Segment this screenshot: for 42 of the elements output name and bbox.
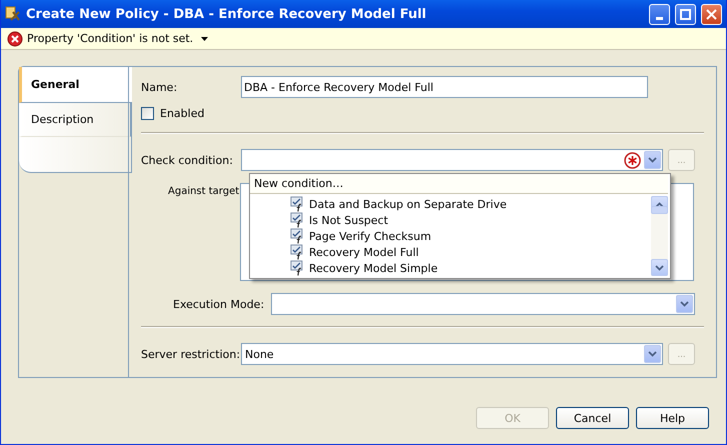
dialog-button[interactable]: Cancel bbox=[556, 407, 629, 429]
list-item[interactable]: Is Not Suspect bbox=[290, 212, 651, 228]
error-icon bbox=[7, 30, 23, 46]
chevron-down-icon bbox=[655, 264, 664, 270]
maximize-icon bbox=[680, 8, 691, 20]
close-icon bbox=[706, 8, 717, 20]
condition-combo[interactable] bbox=[241, 149, 663, 171]
dialog-button[interactable]: Help bbox=[636, 407, 709, 429]
field-label: Against target bbox=[168, 186, 240, 197]
field-label: Check condition: bbox=[141, 154, 234, 166]
close-button[interactable] bbox=[701, 4, 722, 24]
scroll-thumb[interactable] bbox=[651, 206, 668, 214]
name-field[interactable]: DBA - Enforce Recovery Model Full bbox=[241, 76, 648, 98]
window-title: Create New Policy - DBA - Enforce Recovery Model Full bbox=[26, 6, 428, 22]
chevron-down-icon bbox=[680, 301, 689, 307]
dropdown-button[interactable] bbox=[644, 345, 661, 363]
list-item[interactable]: Page Verify Checksum bbox=[290, 228, 651, 244]
minimize-icon bbox=[656, 16, 663, 20]
tab[interactable]: Description bbox=[19, 103, 131, 137]
chevron-up-icon bbox=[655, 202, 664, 208]
field-label: Name: bbox=[141, 80, 178, 94]
policy-icon bbox=[5, 6, 21, 22]
dropdown-button[interactable] bbox=[644, 151, 661, 169]
chevron-down-icon bbox=[648, 351, 657, 357]
checkbox-label: Enabled bbox=[160, 107, 204, 120]
menu-item[interactable]: New condition… bbox=[250, 174, 668, 194]
chevron-down-icon bbox=[648, 157, 657, 163]
list-item[interactable]: Data and Backup on Separate Drive bbox=[290, 196, 651, 212]
checkbox[interactable] bbox=[141, 107, 154, 120]
error-message: Property 'Condition' is not set. bbox=[27, 32, 194, 45]
scrollbar[interactable] bbox=[651, 196, 668, 276]
dropdown-button[interactable] bbox=[676, 295, 693, 313]
caret-icon[interactable] bbox=[201, 36, 208, 40]
field-label: Execution Mode: bbox=[173, 298, 266, 310]
minimize-button[interactable] bbox=[649, 4, 670, 24]
list-item[interactable]: Recovery Model Full bbox=[290, 244, 651, 260]
maximize-button[interactable] bbox=[675, 4, 696, 24]
list-item[interactable]: Recovery Model Simple bbox=[290, 260, 651, 276]
tab[interactable]: General bbox=[19, 67, 132, 103]
field-label: Server restriction: bbox=[141, 348, 241, 360]
execution-mode-combo[interactable] bbox=[271, 293, 695, 315]
server-restriction-combo[interactable]: None bbox=[241, 343, 663, 365]
